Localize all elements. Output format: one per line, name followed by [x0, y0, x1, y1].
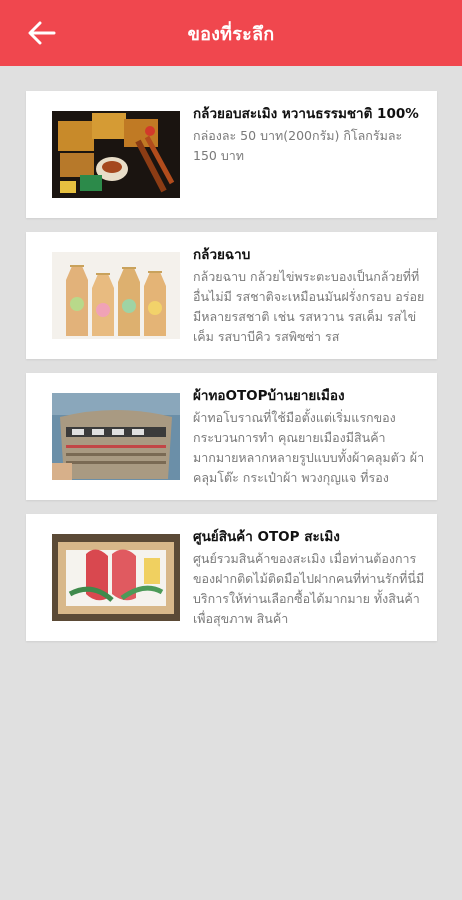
otop-product-box-photo: [52, 534, 180, 621]
item-description: กล้วยฉาบ กล้วยไข่พระตะบองเป็นกล้วยที่ที่…: [193, 269, 425, 344]
item-description: ศูนย์รวมสินค้าของสะเมิง เมื่อท่านต้องการ…: [193, 551, 425, 626]
app-bar: ของที่ระลึก: [0, 0, 462, 66]
woven-bag-photo: [52, 393, 180, 480]
arrow-left-icon: [28, 21, 56, 45]
item-description: กล่องละ 50 บาท(200กรัม) กิโลกรัมละ 150 บ…: [193, 128, 403, 163]
list-item[interactable]: กล้วยฉาบ กล้วยฉาบ กล้วยไข่พระตะบองเป็นกล…: [26, 232, 437, 359]
item-description: ผ้าทอโบราณที่ใช้มือตั้งแต่เริ่มแรกของกระ…: [193, 410, 425, 485]
banana-box-photo: [52, 111, 180, 198]
souvenir-list: กล้วยอบสะเมิง หวานธรรมชาติ 100% กล่องละ …: [26, 91, 437, 655]
list-item[interactable]: ผ้าทอOTOPบ้านยายเมือง ผ้าทอโบราณที่ใช้มื…: [26, 373, 437, 500]
item-title: กล้วยอบสะเมิง หวานธรรมชาติ 100%: [193, 106, 419, 122]
banana-chips-bags-photo: [52, 252, 180, 339]
page-title: ของที่ระลึก: [187, 23, 275, 45]
list-item[interactable]: กล้วยอบสะเมิง หวานธรรมชาติ 100% กล่องละ …: [26, 91, 437, 218]
item-title: ผ้าทอOTOPบ้านยายเมือง: [193, 388, 345, 404]
item-title: กล้วยฉาบ: [193, 247, 251, 263]
back-button[interactable]: [22, 13, 62, 53]
list-item[interactable]: ศูนย์สินค้า OTOP สะเมิง ศูนย์รวมสินค้าขอ…: [26, 514, 437, 641]
item-title: ศูนย์สินค้า OTOP สะเมิง: [193, 529, 340, 545]
